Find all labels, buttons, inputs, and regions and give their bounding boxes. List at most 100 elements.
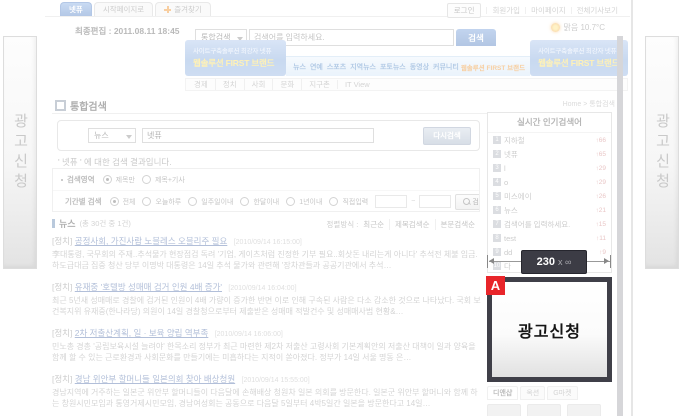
rank-badge: 9 <box>493 248 501 256</box>
popular-term[interactable]: 뉴스 <box>504 205 593 216</box>
product-thumbnail[interactable] <box>487 404 521 416</box>
nav-item-local-news[interactable]: 지역뉴스 <box>348 62 378 72</box>
popular-term[interactable]: l <box>504 164 593 173</box>
option-row-area: 검색영역 제목만 제목+기사 <box>53 169 479 191</box>
news-title-link[interactable]: 유재중 '호텔방 성매매 검거 인원 4배 증가' <box>75 282 222 292</box>
nav-item-sports[interactable]: 스포츠 <box>325 62 348 72</box>
square-icon <box>55 100 66 111</box>
ad-banner-left[interactable]: 광고신청 <box>3 36 37 269</box>
list-title-group: 뉴스 (총 30건 중 1건) <box>52 217 131 230</box>
mypage-link[interactable]: 마이페이지 <box>531 5 566 16</box>
sort-option-recent[interactable]: 최근순 <box>358 219 389 230</box>
popular-change: ↑11 <box>596 235 606 242</box>
nav-item-video[interactable]: 동영상 <box>408 62 431 72</box>
popular-term[interactable]: 검색어를 입력하세요. <box>504 219 593 230</box>
top-tabs: 넷퓨 시작페이지로 즐겨찾기 <box>60 2 211 16</box>
divider <box>486 7 487 14</box>
news-date: [2010/09/14 16:06:00] <box>215 331 283 338</box>
popular-change: ↑29 <box>596 165 606 172</box>
news-snippet: 최근 5년새 성매매로 경찰에 검거된 인원이 4배 가량이 증가한 반면 이로… <box>52 296 482 317</box>
site-logo[interactable]: 사이트구축솔루션 최강자 넷퓨 웹솔루션 FIRST 브랜드 <box>185 40 286 76</box>
requery-input[interactable] <box>142 128 374 143</box>
subnav-item-world[interactable]: 지구촌 <box>301 79 337 90</box>
search-options-box: 검색영역 제목만 제목+기사 기간별 검색 전체 오늘하루 일주일이내 한달이내… <box>52 168 480 212</box>
radio-period-week[interactable] <box>188 197 197 206</box>
radio-period-month-label: 한달이내 <box>253 197 279 207</box>
subnav-item-economy[interactable]: 경제 <box>194 79 215 90</box>
shop-tab-gmarket[interactable]: G마켓 <box>547 386 577 400</box>
area-label: 검색영역 <box>67 174 95 185</box>
subnav-item-society[interactable]: 사회 <box>244 79 273 90</box>
all-articles-link[interactable]: 전체기사보기 <box>577 5 618 16</box>
logo-line2: 웹솔루션 FIRST 브랜드 <box>193 57 286 69</box>
news-title-link[interactable]: 2차 저출산계획, 일 · 보육 양립 역부족 <box>75 328 209 338</box>
news-title-link[interactable]: 경남 위안부 할머니들 일본의회 찾아 배상청원 <box>75 374 235 384</box>
radio-title-article[interactable] <box>142 175 151 184</box>
ad-slot-box[interactable]: 광고신청 <box>487 277 612 382</box>
rank-badge: 8 <box>493 234 501 242</box>
login-button[interactable]: 로그인 <box>447 3 482 18</box>
requery-button[interactable]: 다시검색 <box>423 127 471 145</box>
sun-icon <box>551 23 560 32</box>
nav-item-news[interactable]: 뉴스 <box>291 62 308 72</box>
popular-row: 2 넷퓨 ↑65 <box>488 147 611 161</box>
tab-start-page[interactable]: 시작페이지로 <box>94 2 153 16</box>
tab-bookmark-label: 즐겨찾기 <box>174 3 202 16</box>
popular-title: 실시간 인기검색어 <box>488 113 611 133</box>
popular-term[interactable]: 지하철 <box>504 135 593 146</box>
product-thumbnail[interactable] <box>527 404 561 416</box>
arrow-left-icon <box>489 258 494 264</box>
requery-category-select[interactable]: 뉴스 <box>88 128 136 143</box>
subnav-item-politics[interactable]: 정치 <box>215 79 244 90</box>
nav-brand-text: 웹솔루션 FIRST 브랜드 <box>461 62 525 72</box>
popular-term[interactable]: o <box>504 178 593 187</box>
nav-item-photo-news[interactable]: 포토뉴스 <box>378 62 408 72</box>
news-snippet: 민노총 경총 '공립보육시설 늘려야' 한목소리 정부가 최근 마련한 제2차 … <box>52 342 482 363</box>
rank-badge: 2 <box>493 150 501 158</box>
radio-period-all[interactable] <box>110 197 119 206</box>
popular-term[interactable]: 미스에이 <box>504 191 593 202</box>
nav-item-community[interactable]: 커뮤니티 <box>431 62 461 72</box>
popular-change: ↑21 <box>596 207 606 214</box>
radio-period-today[interactable] <box>142 197 151 206</box>
shop-tab-auction[interactable]: 옥션 <box>520 386 545 400</box>
popular-term[interactable]: 넷퓨 <box>504 149 593 160</box>
news-category: [정치] <box>52 236 72 246</box>
subnav-item-culture[interactable]: 문화 <box>272 79 301 90</box>
arrow-right-icon <box>604 258 609 264</box>
popular-term[interactable]: test <box>504 234 593 243</box>
page-title: 통합검색 <box>70 98 107 113</box>
sort-label: 정렬방식 : <box>327 219 359 230</box>
radio-period-month[interactable] <box>240 197 249 206</box>
radio-period-custom[interactable] <box>329 197 338 206</box>
date-from-input[interactable] <box>375 195 407 208</box>
news-item: [정치] 유재중 '호텔방 성매매 검거 인원 4배 증가' [2010/09/… <box>52 281 482 317</box>
subnav-item-it-view[interactable]: IT View <box>337 80 377 89</box>
shop-tab-dnshop[interactable]: 디앤샵 <box>487 386 518 400</box>
radio-title-only[interactable] <box>103 175 112 184</box>
option-search-button[interactable]: 검색 <box>455 194 479 210</box>
date-to-input[interactable] <box>419 195 451 208</box>
tab-site-home[interactable]: 넷퓨 <box>60 2 92 16</box>
product-thumbnail[interactable] <box>567 404 601 416</box>
nav-item-entertainment[interactable]: 연예 <box>308 62 325 72</box>
signup-link[interactable]: 회원가입 <box>492 5 520 16</box>
news-list: [정치] 공정사회, 가진사람 노블레스 오블리주 필요 [2010/09/14… <box>52 235 482 416</box>
tab-bookmark[interactable]: 즐겨찾기 <box>155 2 211 16</box>
sort-option-title-match[interactable]: 제목검색순 <box>389 219 435 230</box>
weather-widget: 맑음 10.7°C <box>551 22 606 33</box>
news-snippet: 李대통령, 국무회의 주재..추석물가 현장점검 독려 '기업, 게이츠처럼 진… <box>52 250 482 271</box>
dimension-unit: x ∞ <box>558 257 571 267</box>
news-date: [2010/09/14 16:15:00] <box>234 239 302 246</box>
radio-period-year[interactable] <box>286 197 295 206</box>
scrollbar-strip[interactable] <box>617 36 623 416</box>
sort-option-body-match[interactable]: 본문검색순 <box>435 219 481 230</box>
ad-banner-right-label: 광고신청 <box>652 113 673 193</box>
rank-badge: 7 <box>493 220 501 228</box>
breadcrumb[interactable]: Home > 통합검색 <box>563 99 615 109</box>
radio-title-article-label: 제목+기사 <box>155 175 185 185</box>
news-title-link[interactable]: 공정사회, 가진사람 노블레스 오블리주 필요 <box>75 236 228 246</box>
main-nav: 뉴스 연예 스포츠 지역뉴스 포토뉴스 동영상 커뮤니티 웹솔루션 FIRST … <box>286 56 530 76</box>
ad-banner-right[interactable]: 광고신청 <box>645 36 679 269</box>
list-count: (총 30건 중 1건) <box>80 218 131 229</box>
